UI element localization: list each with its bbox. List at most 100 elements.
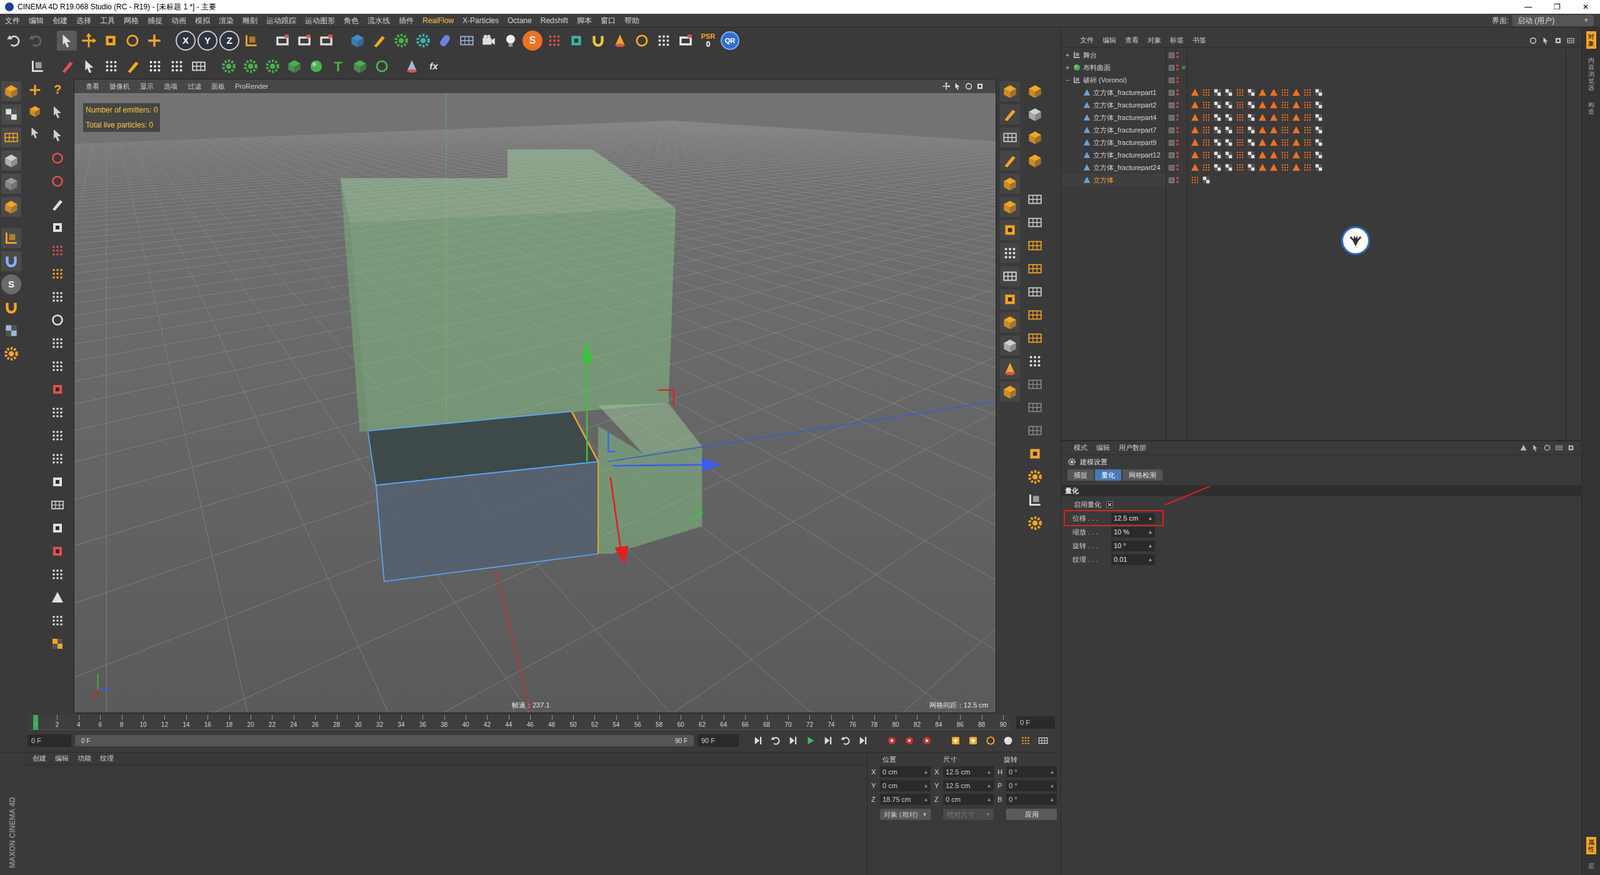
tool-grid-icon[interactable] [1025,374,1045,395]
menu-item[interactable]: 流水线 [367,15,390,27]
tag-tri-icon[interactable] [1268,137,1279,148]
tag-dots-icon[interactable] [1190,175,1200,185]
tag-dots-icon[interactable] [1302,87,1313,98]
tag-checker-icon[interactable] [1223,137,1234,148]
object-menu-item[interactable]: 文件 [1080,35,1094,46]
tag-checker-icon[interactable] [1212,87,1223,98]
tool-arrow-icon[interactable] [47,125,68,145]
transport-key-icon[interactable] [966,733,980,748]
object-visibility[interactable] [1166,148,1187,162]
view-arrow-icon[interactable] [953,81,962,91]
toolbar-move-icon[interactable] [78,30,99,51]
toolbar-pen-icon[interactable] [369,30,390,51]
am-grid-icon[interactable] [1555,443,1564,452]
qr-button[interactable]: QR [720,31,740,50]
tag-tri-icon[interactable] [1291,112,1302,123]
toolbar-dots-icon[interactable] [653,30,674,51]
attribute-tab[interactable]: 网格检测 [1122,469,1163,481]
viewport-menu-item[interactable]: 查看 [85,81,100,92]
menu-item[interactable]: 运动跟踪 [266,15,297,27]
tool-sq-icon[interactable] [47,379,68,400]
menu-item[interactable]: 雕刻 [242,15,258,27]
tool-dots-icon[interactable] [47,263,68,284]
tag-dots-icon[interactable] [1280,162,1290,173]
tag-checker-icon[interactable] [1246,125,1257,135]
object-visibility[interactable] [1166,173,1187,187]
window-control[interactable]: ✕ [1571,1,1600,13]
menu-item[interactable]: 文件 [5,15,20,27]
tag-tri-icon[interactable] [1291,87,1302,98]
tool-sq-icon[interactable] [1000,220,1020,240]
coordinate-field[interactable]: 0 cm [880,780,931,792]
transport-dots-icon[interactable] [1018,733,1033,748]
menu-item[interactable]: 选择 [76,15,92,27]
viewport-menu-item[interactable]: 过滤 [187,81,202,92]
tool-arrow-icon[interactable] [26,123,44,142]
range-slider[interactable]: 0 F90 F [75,735,694,747]
tool-plus-icon[interactable] [26,81,44,99]
object-row[interactable]: 立方体_fracturepart7 [1061,123,1166,137]
attribute-menu-item[interactable]: 模式 [1073,442,1088,454]
tool-grid-icon[interactable] [47,495,68,515]
object-name[interactable]: 舞台 [1083,50,1097,61]
tag-checker-icon[interactable] [1246,150,1257,160]
object-row[interactable]: 立方体_fracturepart2 [1061,98,1166,112]
side-tab[interactable]: 层 [1586,860,1597,872]
am-arrow-icon[interactable] [1531,443,1540,452]
tool-dots-icon[interactable] [47,286,68,307]
menu-item[interactable]: 插件 [398,15,414,27]
toolbar-film-icon[interactable] [294,30,315,51]
text-tool-button[interactable]: T [328,56,349,77]
tag-checker-icon[interactable] [1313,125,1324,135]
side-tab[interactable]: 对象 [1586,31,1597,49]
tool-grid-icon[interactable] [1025,305,1045,325]
check-icon[interactable] [1105,500,1114,509]
tag-dots-icon[interactable] [1201,112,1212,123]
tool-circle-icon[interactable] [47,310,68,330]
tag-checker-icon[interactable] [1212,112,1223,123]
tag-dots-icon[interactable] [1302,162,1313,173]
object-visibility[interactable] [1166,98,1187,112]
object-row[interactable]: −破碎 (Voronoi) [1061,73,1166,87]
tag-checker-icon[interactable] [1246,137,1257,148]
toolbar-arrow-icon[interactable] [79,56,100,77]
spinner-icon[interactable] [1148,557,1153,562]
object-row[interactable]: 立方体 [1061,173,1166,187]
tag-checker-icon[interactable] [1246,162,1257,173]
toolbar-dots-icon[interactable] [544,30,565,51]
object-visibility[interactable] [1166,111,1187,124]
visibility-dots[interactable] [1176,164,1179,171]
tag-tri-icon[interactable] [1190,100,1200,110]
mode-magnet-icon[interactable] [1,251,22,272]
spinner-icon[interactable] [986,797,992,802]
toolbar-magnet-icon[interactable] [588,30,609,51]
tool-cube-icon[interactable] [1000,173,1020,194]
tag-checker-icon[interactable] [1223,150,1234,160]
coordinate-field[interactable]: 12.5 cm [943,766,994,778]
viewport[interactable]: 查看摄像机显示选项过滤面板ProRenderNumber of emitters… [73,78,997,714]
object-row[interactable]: +布料曲面 [1061,61,1166,74]
coordinate-field[interactable]: 12.5 cm [943,780,994,792]
transport-skip-icon[interactable] [821,733,835,748]
object-row[interactable]: +舞台 [1061,48,1166,62]
tool-grid-icon[interactable] [1025,212,1045,233]
visibility-dots[interactable] [1176,51,1179,59]
dropdown-arrow-icon[interactable] [922,812,927,817]
tag-dots-icon[interactable] [1201,162,1212,173]
toolbar-cone-icon[interactable] [610,30,630,51]
fx-button[interactable]: fx [423,56,444,77]
transport-skip-icon[interactable] [856,733,870,748]
tool-gear-icon[interactable] [1025,513,1045,534]
toolbar-bulb-icon[interactable] [500,30,521,51]
enable-checkbox[interactable] [1106,501,1114,509]
mode-cube-icon[interactable] [1,150,22,171]
object-name[interactable]: 立方体_fracturepart1 [1093,87,1157,99]
tool-sq-icon[interactable] [47,518,68,539]
object-menu-item[interactable]: 对象 [1147,35,1162,46]
object-polygon-icon[interactable] [1082,163,1092,172]
menu-item[interactable]: 窗口 [600,15,616,27]
am-circle-icon[interactable] [1543,443,1552,452]
mode-magnet-icon[interactable] [1,297,22,318]
number-field[interactable]: 12.5 cm [1111,513,1155,524]
tool-gear-icon[interactable] [1025,466,1045,487]
